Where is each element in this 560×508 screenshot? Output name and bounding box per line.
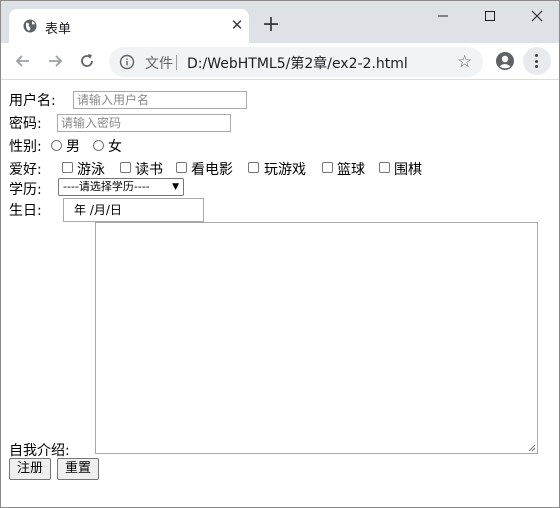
hobby-checkbox-movie[interactable] bbox=[176, 162, 187, 173]
hobby-label-basketball: 篮球 bbox=[337, 162, 365, 178]
tab-title: 表单 bbox=[45, 22, 72, 37]
birthday-date-text: 年 /月/日 bbox=[74, 203, 122, 217]
hobby-label-read: 读书 bbox=[135, 162, 163, 178]
file-scheme-label: 文件 bbox=[145, 56, 173, 72]
education-select[interactable]: ----请选择学历---- ▼ bbox=[58, 178, 184, 196]
menu-button[interactable] bbox=[523, 47, 551, 75]
hobby-label-swim: 游泳 bbox=[77, 162, 105, 178]
url-text[interactable]: D:/WebHTML5/第2章/ex2-2.html bbox=[187, 53, 408, 73]
submit-button[interactable]: 注册 bbox=[9, 458, 51, 480]
username-input[interactable] bbox=[73, 91, 247, 109]
browser-window: 表单 ✕ + 文件 D:/WebHTML5/第2章/ex2-2.html ☆ 用… bbox=[0, 0, 560, 508]
title-bar: 表单 ✕ + bbox=[1, 1, 559, 43]
arrow-right-icon bbox=[49, 55, 63, 67]
hobby-label-go: 围棋 bbox=[394, 162, 422, 178]
globe-icon bbox=[23, 19, 37, 33]
browser-toolbar: 文件 D:/WebHTML5/第2章/ex2-2.html ☆ bbox=[1, 43, 559, 80]
menu-dot-icon bbox=[535, 65, 538, 68]
arrow-left-icon bbox=[15, 55, 29, 67]
hobby-checkbox-swim[interactable] bbox=[62, 162, 73, 173]
reload-icon bbox=[81, 54, 93, 67]
gender-female-label: 女 bbox=[108, 139, 122, 155]
minimize-icon bbox=[438, 15, 448, 17]
info-icon[interactable] bbox=[119, 54, 135, 70]
star-icon[interactable]: ☆ bbox=[457, 52, 472, 72]
browser-tab[interactable]: 表单 ✕ bbox=[9, 9, 249, 43]
page-content: 用户名: 密码: 性别: 男 女 爱好: 游泳 读书 看电影 玩游戏 篮球 围棋… bbox=[2, 80, 558, 506]
gender-male-radio[interactable] bbox=[51, 140, 62, 151]
intro-textarea[interactable] bbox=[95, 222, 538, 454]
username-label: 用户名: bbox=[9, 93, 56, 109]
reload-button[interactable] bbox=[75, 49, 99, 73]
birthday-label: 生日: bbox=[9, 203, 42, 219]
hobby-checkbox-basketball[interactable] bbox=[322, 162, 333, 173]
hobby-label: 爱好: bbox=[9, 162, 42, 178]
minimize-button[interactable] bbox=[423, 5, 463, 27]
hobby-checkbox-go[interactable] bbox=[379, 162, 390, 173]
hobby-checkbox-game[interactable] bbox=[248, 162, 259, 173]
close-window-button[interactable] bbox=[517, 5, 557, 27]
resize-grip-icon[interactable] bbox=[528, 444, 536, 452]
menu-dot-icon bbox=[535, 54, 538, 57]
dropdown-arrow-icon: ▼ bbox=[172, 182, 179, 192]
new-tab-button[interactable]: + bbox=[259, 13, 283, 37]
birthday-date-input[interactable]: 年 /月/日 bbox=[63, 198, 204, 222]
maximize-icon bbox=[485, 11, 495, 21]
close-tab-icon[interactable]: ✕ bbox=[227, 15, 247, 35]
education-selected-text: ----请选择学历---- bbox=[63, 180, 150, 193]
password-label: 密码: bbox=[9, 116, 42, 132]
omnibox-divider bbox=[176, 55, 177, 70]
address-bar[interactable]: 文件 D:/WebHTML5/第2章/ex2-2.html ☆ bbox=[109, 47, 483, 77]
close-icon bbox=[531, 10, 543, 22]
intro-label: 自我介绍: bbox=[9, 443, 70, 459]
profile-icon[interactable] bbox=[495, 51, 515, 71]
reset-button[interactable]: 重置 bbox=[57, 458, 99, 480]
forward-button[interactable] bbox=[43, 49, 67, 73]
gender-male-label: 男 bbox=[66, 139, 80, 155]
maximize-button[interactable] bbox=[470, 5, 510, 27]
gender-female-radio[interactable] bbox=[93, 140, 104, 151]
hobby-label-movie: 看电影 bbox=[191, 162, 233, 178]
password-input[interactable] bbox=[57, 114, 231, 132]
hobby-label-game: 玩游戏 bbox=[264, 162, 306, 178]
back-button[interactable] bbox=[11, 49, 35, 73]
gender-label: 性别: bbox=[9, 139, 42, 155]
menu-dot-icon bbox=[535, 59, 538, 63]
education-label: 学历: bbox=[9, 182, 42, 198]
hobby-checkbox-read[interactable] bbox=[120, 162, 131, 173]
